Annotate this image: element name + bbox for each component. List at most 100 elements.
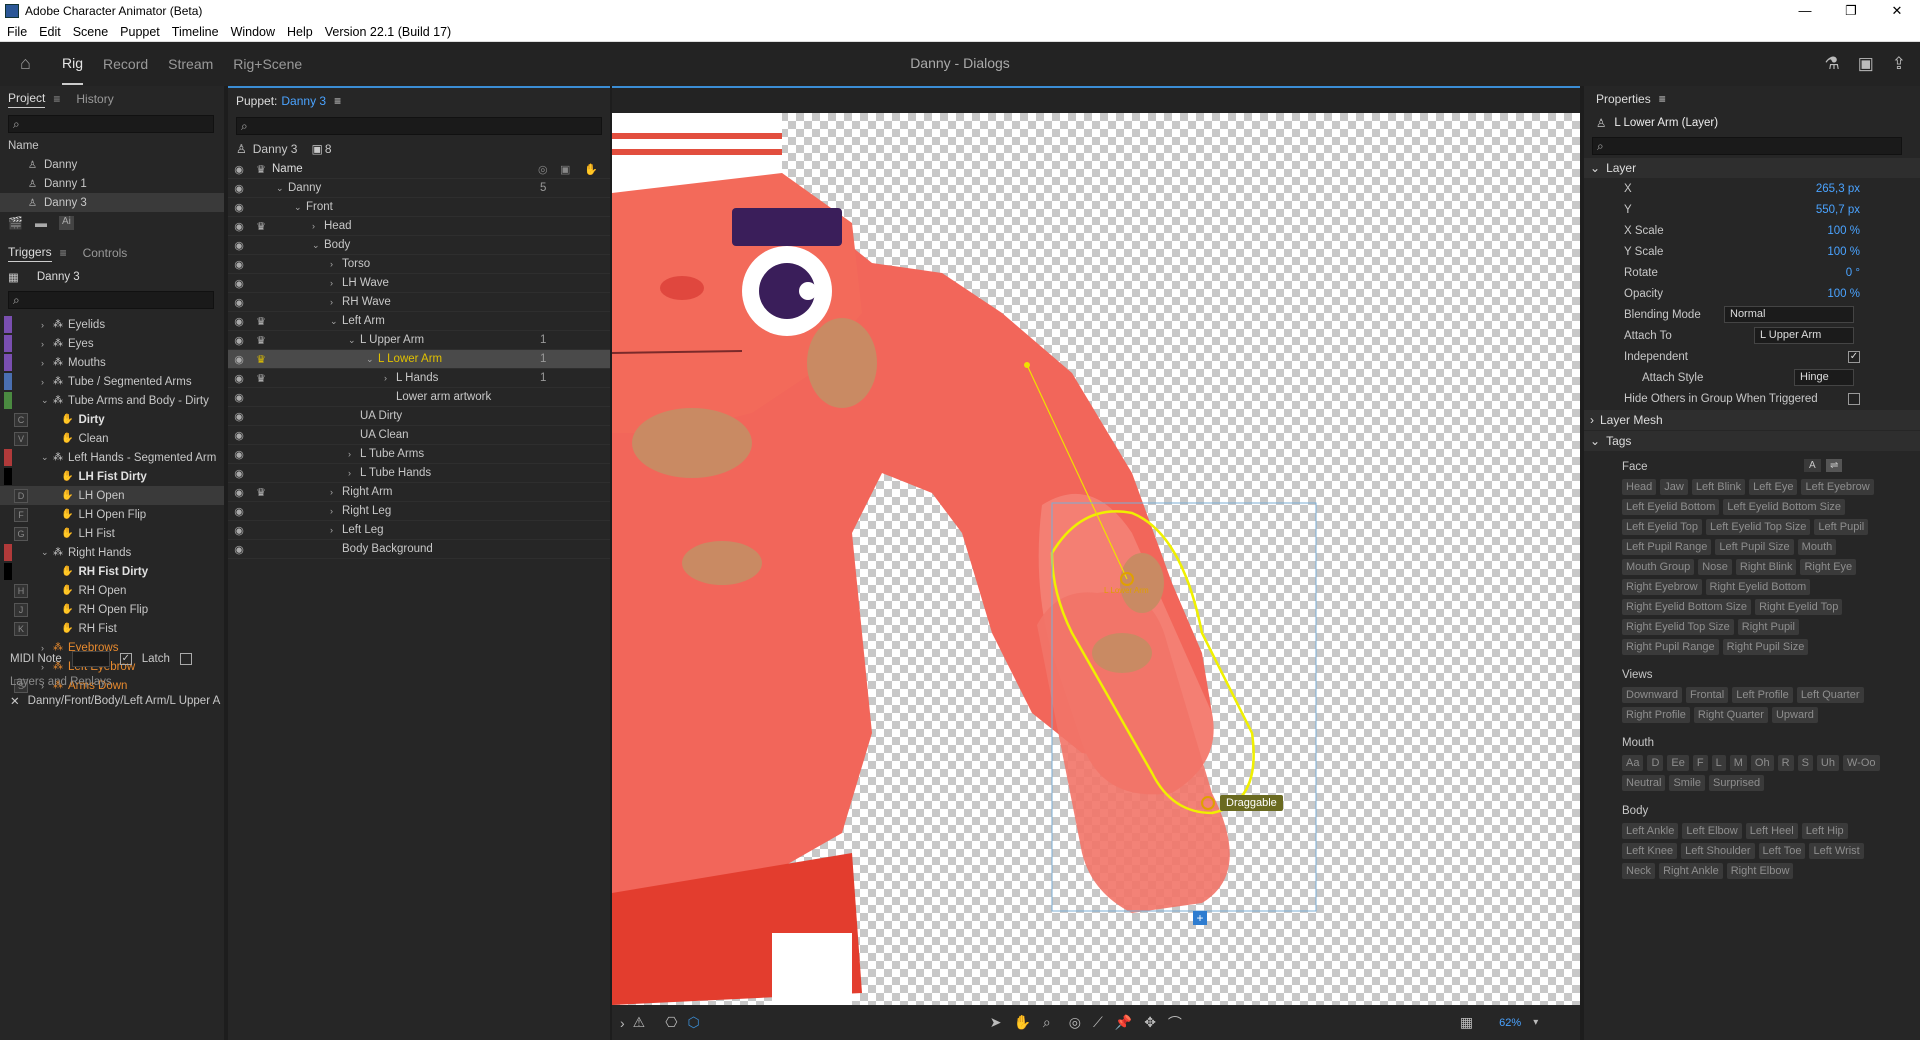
trigger-row[interactable]: V ✋ Clean	[0, 429, 224, 448]
feedback-icon[interactable]: ▣	[1858, 54, 1874, 74]
eye-icon[interactable]: ◉	[228, 429, 250, 442]
layer-row[interactable]: ◉ ⌄ Front	[228, 198, 610, 217]
latch-checkbox[interactable]: ✓	[119, 652, 132, 665]
tag-chip[interactable]: Left Ankle	[1622, 823, 1679, 839]
crown-icon[interactable]: ♛	[250, 334, 272, 347]
layer-row[interactable]: ◉ ♛ › Head	[228, 217, 610, 236]
eye-icon[interactable]: ◉	[228, 315, 250, 328]
flask-icon[interactable]: ⚗	[1824, 54, 1839, 74]
stick-tool-icon[interactable]: ⟋	[1093, 1014, 1103, 1031]
tag-chip[interactable]: W-Oo	[1842, 755, 1880, 771]
checkerboard-icon[interactable]: ▦	[1460, 1014, 1473, 1031]
menu-item[interactable]: Scene	[73, 25, 108, 39]
layer-row[interactable]: ◉ Body Background	[228, 540, 610, 559]
tag-chip[interactable]: Right Pupil Range	[1622, 639, 1719, 655]
tag-chip[interactable]: Left Toe	[1758, 843, 1806, 859]
chevron-down-icon[interactable]: ⌄	[348, 335, 360, 346]
tag-chip[interactable]: Frontal	[1685, 687, 1729, 703]
mode-rig[interactable]: Rig	[62, 43, 84, 85]
menu-item[interactable]: Timeline	[172, 25, 219, 39]
layer-row[interactable]: ◉ UA Dirty	[228, 407, 610, 426]
trigger-row[interactable]: ⌄ ⁂ Tube Arms and Body - Dirty	[0, 391, 224, 410]
tag-chip[interactable]: Surprised	[1708, 775, 1765, 791]
tag-chip[interactable]: Ee	[1667, 755, 1689, 771]
trigger-row[interactable]: ⌄ ⁂ Left Hands - Segmented Arm	[0, 448, 224, 467]
tag-chip[interactable]: Right Eyebrow	[1622, 579, 1702, 595]
layer-row[interactable]: ◉ › L Tube Arms	[228, 445, 610, 464]
tag-chip[interactable]: D	[1647, 755, 1664, 771]
trigger-row[interactable]: J ✋ RH Open Flip	[0, 600, 224, 619]
trigger-row[interactable]: ✋ RH Fist Dirty	[0, 562, 224, 581]
draggable-tag[interactable]: Draggable	[1220, 795, 1283, 811]
face-toggle-icon[interactable]: ⇌	[1826, 459, 1843, 472]
tag-chip[interactable]: Right Eye	[1800, 559, 1857, 575]
mesh-icon[interactable]: ⬡	[687, 1014, 699, 1031]
menu-item[interactable]: File	[7, 25, 27, 39]
folder-icon[interactable]: ▬	[35, 216, 47, 230]
new-scene-icon[interactable]: 🎬	[8, 216, 23, 230]
tag-chip[interactable]: Left Profile	[1732, 687, 1793, 703]
chevron-down-icon[interactable]: ⌄	[294, 202, 306, 213]
eye-icon[interactable]: ◉	[228, 334, 250, 347]
pin-tool-icon[interactable]: 📌	[1115, 1014, 1132, 1031]
chevron-right-icon[interactable]: ›	[330, 278, 342, 288]
eye-icon[interactable]: ◉	[228, 277, 250, 290]
tag-chip[interactable]: Neutral	[1622, 775, 1666, 791]
chevron-down-icon[interactable]: ⌄	[312, 240, 324, 251]
trigger-row[interactable]: › ⁂ Mouths	[0, 353, 224, 372]
tag-chip[interactable]: Left Quarter	[1796, 687, 1864, 703]
layer-row[interactable]: ◉ ♛ ⌄ L Upper Arm 1	[228, 331, 610, 350]
section-tags[interactable]: ⌄ Tags	[1584, 431, 1920, 451]
crown-icon[interactable]: ♛	[250, 486, 272, 499]
menu-icon[interactable]: ≡	[334, 94, 341, 108]
eye-icon[interactable]: ◉	[228, 543, 250, 556]
tag-chip[interactable]: Left Hip	[1801, 823, 1848, 839]
layer-row[interactable]: ◉ › Left Leg	[228, 521, 610, 540]
brush-tool-icon[interactable]: ⌒	[1168, 1013, 1182, 1033]
tag-chip[interactable]: Left Pupil Size	[1715, 539, 1794, 555]
tag-chip[interactable]: Right Pupil Size	[1722, 639, 1809, 655]
layer-row[interactable]: ◉ › RH Wave	[228, 293, 610, 312]
trigger-row[interactable]: K ✋ RH Fist	[0, 619, 224, 638]
tag-chip[interactable]: Left Pupil	[1814, 519, 1869, 535]
layer-row[interactable]: ◉ ⌄ Danny 5	[228, 179, 610, 198]
origin-tool-icon[interactable]: ◎	[1069, 1014, 1081, 1031]
chevron-right-icon[interactable]: ›	[312, 221, 324, 231]
section-layer-mesh[interactable]: › Layer Mesh	[1584, 410, 1920, 430]
layer-row[interactable]: ◉ Lower arm artwork	[228, 388, 610, 407]
tab-project[interactable]: Project	[8, 91, 46, 108]
extra-checkbox[interactable]	[179, 652, 192, 665]
layer-row[interactable]: ◉ ♛ ⌄ L Lower Arm 1	[228, 350, 610, 369]
close-icon[interactable]: ✕	[1874, 0, 1920, 22]
layer-row[interactable]: ◉ UA Clean	[228, 426, 610, 445]
tag-chip[interactable]: Right Eyelid Top	[1755, 599, 1843, 615]
chevron-icon[interactable]: ›	[41, 358, 53, 368]
project-item[interactable]: ♙ Danny	[0, 155, 224, 174]
tag-chip[interactable]: Upward	[1771, 707, 1818, 723]
section-layer[interactable]: ⌄ Layer	[1584, 158, 1920, 178]
puppet-search-input[interactable]: ⌕	[236, 117, 602, 135]
home-icon[interactable]: ⌂	[20, 53, 42, 75]
tag-chip[interactable]: Right Profile	[1622, 707, 1690, 723]
tag-chip[interactable]: Aa	[1622, 755, 1644, 771]
project-search-input[interactable]: ⌕	[8, 115, 214, 133]
eye-icon[interactable]: ◉	[228, 258, 250, 271]
layer-row[interactable]: ◉ ♛ › Right Arm	[228, 483, 610, 502]
eye-icon[interactable]: ◉	[228, 372, 250, 385]
hand-tool-icon[interactable]: ✋	[1013, 1014, 1030, 1031]
tag-chip[interactable]: Right Quarter	[1693, 707, 1768, 723]
attach-style-select[interactable]: Hinge	[1794, 369, 1854, 386]
menu-icon[interactable]: ≡	[60, 246, 67, 260]
layer-row[interactable]: ◉ › Right Leg	[228, 502, 610, 521]
menu-icon[interactable]: ≡	[53, 92, 60, 106]
minimize-icon[interactable]: —	[1782, 0, 1828, 22]
chevron-down-icon[interactable]: ⌄	[330, 316, 342, 327]
eye-icon[interactable]: ◉	[228, 239, 250, 252]
select-tool-icon[interactable]: ➤	[990, 1014, 1002, 1031]
rotate-value[interactable]: 0 °	[1846, 267, 1860, 279]
mode-rig-scene[interactable]: Rig+Scene	[233, 44, 302, 84]
tag-chip[interactable]: Smile	[1669, 775, 1705, 791]
hide-others-checkbox[interactable]	[1848, 392, 1860, 405]
crown-icon[interactable]: ♛	[250, 220, 272, 233]
eye-icon[interactable]: ◉	[228, 182, 250, 195]
